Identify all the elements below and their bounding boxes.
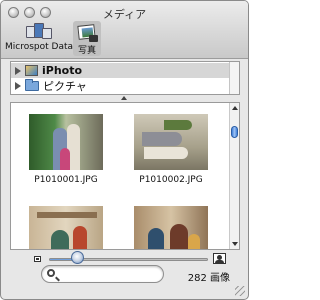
source-list: iPhoto ピクチャ [10,61,240,95]
large-thumbnail-icon [213,253,226,264]
photo-thumbnail[interactable] [29,114,103,170]
title-toolbar: メディア Microspot Data 写真 [1,1,248,59]
photo-thumbnail[interactable] [134,114,208,170]
photo-thumbnail[interactable] [134,206,208,249]
scroll-down-arrow-icon[interactable] [232,242,238,246]
photo-thumbnail[interactable] [29,206,103,249]
toolbar-photos-button[interactable]: 写真 [73,21,101,56]
toolbar-microspot-data-label: Microspot Data [5,42,74,52]
media-window: メディア Microspot Data 写真 iPhoto ピクチャ P1010… [0,0,249,300]
iphoto-icon [25,65,38,76]
resize-grip-icon[interactable] [235,286,245,296]
scroll-up-arrow-icon[interactable] [232,106,238,110]
split-view-handle[interactable] [121,96,127,100]
scrollbar-thumb[interactable] [231,126,238,138]
source-item-iphoto[interactable]: iPhoto [11,63,239,78]
source-item-pictures[interactable]: ピクチャ [11,78,239,93]
toolbar-microspot-data-button[interactable]: Microspot Data [5,22,74,52]
search-input[interactable] [60,268,158,281]
microspot-data-icon [26,22,52,41]
photo-filename: P1010002.JPG [139,175,203,185]
search-field[interactable] [41,265,164,283]
source-item-label: ピクチャ [43,79,87,93]
source-list-scrollbar[interactable] [229,62,239,94]
image-count: 282 画像 [187,273,230,284]
folder-icon [25,78,39,91]
photo-browser-scrollbar[interactable] [229,103,239,249]
thumbnail-size-slider-knob[interactable] [71,251,85,264]
window-title: メディア [102,8,147,21]
photo-filename: P1010001.JPG [34,175,98,185]
toolbar-photos-label: 写真 [77,46,96,56]
small-thumbnail-icon [34,256,41,262]
photo-icon [77,23,98,42]
search-icon [47,269,55,277]
disclosure-triangle-icon[interactable] [15,66,21,75]
disclosure-triangle-icon[interactable] [15,81,21,90]
photo-browser: P1010001.JPG P1010002.JPG [10,102,240,250]
source-item-label: iPhoto [42,64,83,77]
